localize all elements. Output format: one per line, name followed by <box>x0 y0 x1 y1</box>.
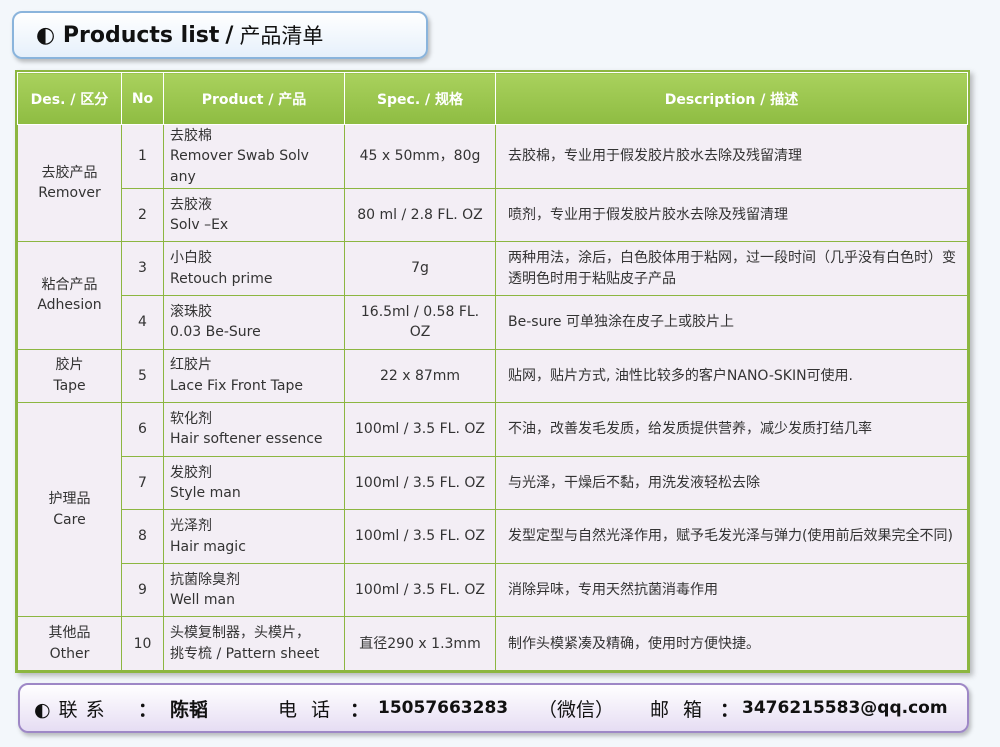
title-separator: / <box>225 22 234 48</box>
row-no: 2 <box>121 187 164 243</box>
header-description: Description / 描述 <box>495 72 968 125</box>
product-cell: 发胶剂 Style man <box>163 455 345 511</box>
product-cell: 头模复制器，头模片， 挑专梳 / Pattern sheet <box>163 616 345 671</box>
email-colon: ： <box>720 698 740 721</box>
phone-number[interactable]: 15057663283 <box>378 698 508 718</box>
phone-colon: ： <box>350 698 370 721</box>
row-no: 9 <box>121 562 164 618</box>
table-row: 4 滚珠胶 0.03 Be-Sure 16.5ml / 0.58 FL. OZ B… <box>18 294 968 350</box>
row-no: 4 <box>121 294 164 350</box>
header-des: Des. / 区分 <box>17 72 122 125</box>
spec-cell: 80 ml / 2.8 FL. OZ <box>344 187 496 243</box>
product-cell: 软化剂 Hair softener essence <box>163 402 345 457</box>
spec-cell: 22 x 87mm <box>344 348 496 404</box>
row-no: 1 <box>121 124 164 189</box>
category-remover: 去胶产品 Remover <box>17 123 122 243</box>
header-spec: Spec. / 规格 <box>344 72 496 125</box>
product-cell: 滚珠胶 0.03 Be-Sure <box>163 294 345 350</box>
table-row: 8 光泽剂 Hair magic 100ml / 3.5 FL. OZ 发型定型与… <box>18 509 968 564</box>
description-cell: 不油，改善发毛发质，给发质提供营养，减少发质打结几率 <box>495 402 968 457</box>
description-cell: 喷剂，专业用于假发胶片胶水去除及残留清理 <box>495 187 968 243</box>
row-no: 7 <box>121 455 164 511</box>
email-label: 邮箱 <box>650 698 717 721</box>
spec-cell: 100ml / 3.5 FL. OZ <box>344 402 496 457</box>
spec-cell: 100ml / 3.5 FL. OZ <box>344 455 496 511</box>
header-no: No <box>121 72 164 125</box>
description-cell: 去胶棉，专业用于假发胶片胶水去除及残留清理 <box>495 124 968 189</box>
category-other: 其他品 Other <box>17 616 122 671</box>
contact-colon: ： <box>138 698 158 721</box>
spec-cell: 16.5ml / 0.58 FL. OZ <box>344 294 496 350</box>
page-title: ◐ Products list / 产品清单 <box>12 11 428 59</box>
header-product: Product / 产品 <box>163 72 345 125</box>
description-cell: 与光泽，干燥后不黏，用洗发液轻松去除 <box>495 455 968 511</box>
title-en: Products list <box>62 22 220 48</box>
table-row: 其他品 Other 10 头模复制器，头模片， 挑专梳 / Pattern shee… <box>17 616 968 671</box>
product-cell: 小白胶 Retouch prime <box>163 241 345 296</box>
half-circle-icon: ◐ <box>36 22 56 48</box>
product-cell: 光泽剂 Hair magic <box>163 509 345 564</box>
contact-bar: ◐联系 ： 陈韬 电话 ： 15057663283 （微信） 邮箱 ： 3476… <box>18 683 969 733</box>
spec-cell: 直径290 x 1.3mm <box>344 616 496 671</box>
table-row: 9 抗菌除臭剂 Well man 100ml / 3.5 FL. OZ 消除异味，… <box>18 562 968 618</box>
spec-cell: 100ml / 3.5 FL. OZ <box>344 562 496 618</box>
description-cell: Be-sure 可单独涂在皮子上或胶片上 <box>495 294 968 350</box>
description-cell: 制作头模紧凑及精确，使用时方便快捷。 <box>495 616 968 671</box>
row-no: 8 <box>121 509 164 564</box>
description-cell: 发型定型与自然光泽作用，赋予毛发光泽与弹力(使用前后效果完全不同) <box>495 509 968 564</box>
row-no: 5 <box>121 348 164 404</box>
table-row: 护理品 Care 6 软化剂 Hair softener essence 100ml… <box>17 402 968 618</box>
category-tape: 胶片 Tape <box>17 348 122 404</box>
title-cn: 产品清单 <box>239 24 324 48</box>
contact-label: ◐联系 <box>34 698 113 721</box>
row-no: 6 <box>121 402 164 457</box>
description-cell: 贴网，贴片方式, 油性比较多的客户NANO-SKIN可使用. <box>495 348 968 404</box>
table-row: 2 去胶液 Solv –Ex 80 ml / 2.8 FL. OZ 喷剂，专业用于… <box>18 187 968 243</box>
table-row: 胶片 Tape 5 红胶片 Lace Fix Front Tape 22 x 87m… <box>17 348 968 404</box>
category-care: 护理品 Care <box>17 402 122 618</box>
table-row: 粘合产品 Adhesion 3 小白胶 Retouch prime 7g 两种用法，… <box>17 241 968 350</box>
table-row: 去胶产品 Remover 1 去胶棉 Remover Swab Solv any 45… <box>17 123 968 243</box>
email-address[interactable]: 3476215583@qq.com <box>742 698 948 718</box>
product-cell: 去胶棉 Remover Swab Solv any <box>163 124 345 189</box>
wechat-note: （微信） <box>538 698 615 721</box>
spec-cell: 100ml / 3.5 FL. OZ <box>344 509 496 564</box>
description-cell: 两种用法，涂后，白色胶体用于粘网，过一段时间（几乎没有白色时）变透明色时用于粘贴… <box>495 241 968 296</box>
table-row: 7 发胶剂 Style man 100ml / 3.5 FL. OZ 与光泽，干燥… <box>18 455 968 511</box>
product-cell: 去胶液 Solv –Ex <box>163 187 345 243</box>
category-adhesion: 粘合产品 Adhesion <box>17 241 122 350</box>
product-cell: 抗菌除臭剂 Well man <box>163 562 345 618</box>
products-table: Des. / 区分 No Product / 产品 Spec. / 规格 Des… <box>15 70 970 673</box>
row-no: 10 <box>121 616 164 671</box>
contact-name: 陈韬 <box>170 698 209 721</box>
spec-cell: 7g <box>344 241 496 296</box>
row-no: 3 <box>121 241 164 296</box>
description-cell: 消除异味，专用天然抗菌消毒作用 <box>495 562 968 618</box>
product-cell: 红胶片 Lace Fix Front Tape <box>163 348 345 404</box>
spec-cell: 45 x 50mm，80g <box>344 124 496 189</box>
phone-label: 电话 <box>278 698 345 721</box>
